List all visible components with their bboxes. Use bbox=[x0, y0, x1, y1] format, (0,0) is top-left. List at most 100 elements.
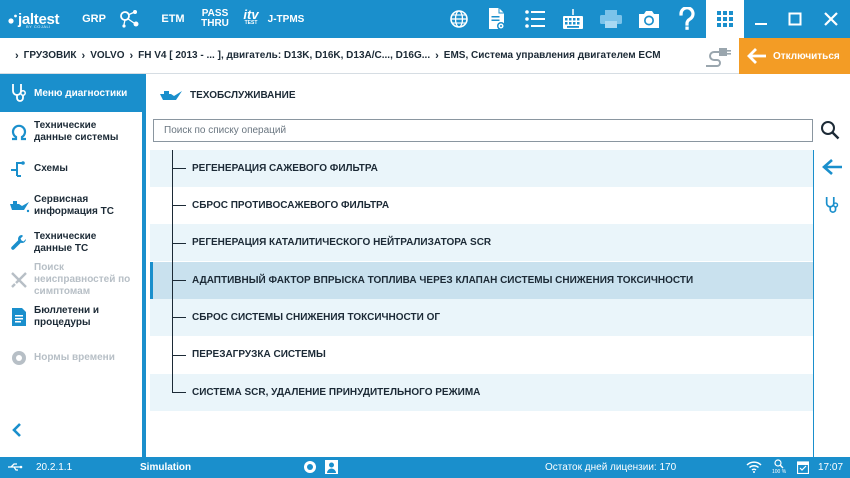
sidebar-item-symptom-search: Поиск неисправностей по симптомам bbox=[0, 262, 142, 298]
print-button[interactable] bbox=[592, 0, 630, 38]
section-title: ТЕХОБСЛУЖИВАНИЕ bbox=[150, 78, 295, 112]
help-button[interactable] bbox=[668, 0, 706, 38]
sidebar-item-label: Сервисная bbox=[34, 194, 89, 205]
wrench-screwdriver-icon bbox=[4, 271, 34, 289]
grp-label: GRP bbox=[82, 13, 106, 25]
tree-connector bbox=[172, 392, 186, 393]
itv-test-button[interactable]: itv TEST bbox=[236, 0, 266, 38]
version-label: 20.2.1.1 bbox=[36, 462, 73, 473]
screenshot-button[interactable] bbox=[630, 0, 668, 38]
molecule-button[interactable] bbox=[116, 0, 144, 38]
sidebar-item-bulletins[interactable]: Бюллетени и процедуры bbox=[0, 305, 142, 329]
grp-button[interactable]: GRP bbox=[72, 0, 116, 38]
gear-clock-icon bbox=[4, 349, 34, 367]
breadcrumb-brand[interactable]: VOLVO bbox=[90, 50, 124, 61]
chevron-right-icon: › bbox=[15, 49, 19, 62]
tree-connector bbox=[172, 168, 186, 169]
sidebar-item-label: данные системы bbox=[34, 132, 119, 143]
breadcrumb-vehicle-type[interactable]: ГРУЗОВИК bbox=[24, 50, 77, 61]
maximize-button[interactable] bbox=[778, 0, 812, 38]
wiring-icon bbox=[4, 160, 34, 178]
checklist-icon bbox=[525, 10, 545, 28]
globe-icon bbox=[450, 10, 468, 28]
usb-icon bbox=[8, 463, 23, 471]
jaltest-logo[interactable]: jaltest BY COJALI bbox=[8, 0, 72, 38]
zoom-level-label: 100 % bbox=[772, 469, 787, 475]
sidebar-item-label: Нормы времени bbox=[34, 352, 115, 363]
oil-can-icon bbox=[160, 91, 182, 100]
breadcrumb-system[interactable]: EMS, Система управления двигателем ECM bbox=[444, 50, 661, 61]
operation-label: РЕГЕНЕРАЦИЯ САЖЕВОГО ФИЛЬТРА bbox=[192, 163, 378, 174]
logo-dots-icon bbox=[8, 14, 17, 24]
printer-icon bbox=[600, 10, 622, 28]
operation-label: РЕГЕНЕРАЦИЯ КАТАЛИТИЧЕСКОГО НЕЙТРАЛИЗАТО… bbox=[192, 237, 492, 248]
logo-subtext: BY COJALI bbox=[26, 24, 51, 29]
disconnect-label: Отключиться bbox=[773, 50, 840, 62]
sidebar-item-label: Поиск bbox=[34, 262, 65, 273]
list-item-selected[interactable]: АДАПТИВНЫЙ ФАКТОР ВПРЫСКА ТОПЛИВА ЧЕРЕЗ … bbox=[150, 262, 813, 299]
tree-connector bbox=[172, 280, 186, 281]
sidebar-item-service-info[interactable]: Сервисная информация ТС bbox=[0, 194, 142, 218]
sidebar-item-system-data[interactable]: Технические данные системы bbox=[0, 120, 142, 144]
oil-can-icon bbox=[4, 199, 34, 213]
back-button[interactable] bbox=[821, 158, 843, 181]
sidebar-item-label: Технические bbox=[34, 120, 97, 131]
close-button[interactable] bbox=[812, 0, 850, 38]
user-icon[interactable] bbox=[325, 460, 338, 474]
molecule-icon bbox=[120, 10, 139, 28]
disconnect-button[interactable]: Отключиться bbox=[739, 38, 850, 74]
chevron-left-icon bbox=[12, 423, 21, 437]
keyboard-button[interactable] bbox=[554, 0, 592, 38]
stethoscope-icon bbox=[4, 83, 34, 103]
list-button[interactable] bbox=[516, 0, 554, 38]
pass-thru-button[interactable]: PASS THRU bbox=[198, 0, 232, 38]
search-box bbox=[153, 119, 813, 142]
diagnostic-button[interactable] bbox=[824, 196, 840, 219]
sidebar-item-schemes[interactable]: Схемы bbox=[0, 160, 142, 178]
status-bar: 20.2.1.1 Simulation Остаток дней лицензи… bbox=[0, 457, 850, 478]
connection-plug bbox=[702, 44, 732, 68]
section-title-label: ТЕХОБСЛУЖИВАНИЕ bbox=[190, 89, 296, 101]
list-item[interactable]: РЕГЕНЕРАЦИЯ САЖЕВОГО ФИЛЬТРА bbox=[150, 150, 813, 187]
sidebar-item-diagnostic-menu[interactable]: Меню диагностики bbox=[0, 74, 142, 112]
clock-label: 17:07 bbox=[818, 462, 844, 473]
list-item[interactable]: СБРОС СИСТЕМЫ СНИЖЕНИЯ ТОКСИЧНОСТИ ОГ bbox=[150, 299, 813, 336]
calendar-icon[interactable] bbox=[797, 460, 809, 474]
minimize-button[interactable] bbox=[744, 0, 778, 38]
list-item[interactable]: РЕГЕНЕРАЦИЯ КАТАЛИТИЧЕСКОГО НЕЙТРАЛИЗАТО… bbox=[150, 224, 813, 261]
wrench-icon bbox=[4, 234, 34, 252]
sidebar-item-label: неисправностей по bbox=[34, 274, 131, 285]
report-button[interactable] bbox=[478, 0, 516, 38]
ohm-icon bbox=[4, 123, 34, 141]
list-item[interactable]: ПЕРЕЗАГРУЗКА СИСТЕМЫ bbox=[150, 336, 813, 373]
breadcrumb-model[interactable]: FH V4 [ 2013 - ... ], двигатель: D13K, D… bbox=[138, 50, 430, 61]
sidebar-item-label: данные ТС bbox=[34, 243, 89, 254]
apps-button[interactable] bbox=[706, 0, 744, 38]
support-icon[interactable] bbox=[303, 460, 317, 474]
tree-connector bbox=[172, 205, 186, 206]
document-list-icon bbox=[4, 307, 34, 327]
list-item[interactable]: СИСТЕМА SCR, УДАЛЕНИЕ ПРИНУДИТЕЛЬНОГО РЕ… bbox=[150, 374, 813, 411]
search-input[interactable] bbox=[154, 120, 812, 141]
document-gear-icon bbox=[489, 8, 505, 30]
diagnostic-sidebar: Меню диагностики Технические данные систе… bbox=[0, 74, 146, 457]
stethoscope-icon bbox=[825, 197, 839, 213]
search-button[interactable] bbox=[820, 120, 840, 145]
sidebar-item-vehicle-data[interactable]: Технические данные ТС bbox=[0, 231, 142, 255]
zoom-icon[interactable] bbox=[774, 459, 784, 469]
j-tpms-button[interactable]: J-TPMS bbox=[266, 0, 306, 38]
thru-label: THRU bbox=[201, 18, 229, 29]
operations-list: РЕГЕНЕРАЦИЯ САЖЕВОГО ФИЛЬТРА СБРОС ПРОТИ… bbox=[150, 150, 814, 457]
toolbar-right-group bbox=[440, 0, 850, 38]
language-button[interactable] bbox=[440, 0, 478, 38]
close-icon bbox=[824, 12, 838, 26]
chevron-right-icon: › bbox=[129, 49, 134, 62]
sidebar-collapse-button[interactable] bbox=[10, 422, 24, 443]
tree-connector bbox=[172, 317, 186, 318]
grid-icon bbox=[717, 11, 733, 27]
itv-test-label: TEST bbox=[244, 20, 258, 26]
etm-button[interactable]: ETM bbox=[148, 0, 198, 38]
sidebar-item-label: Схемы bbox=[34, 163, 68, 174]
operation-label: СИСТЕМА SCR, УДАЛЕНИЕ ПРИНУДИТЕЛЬНОГО РЕ… bbox=[192, 387, 481, 398]
list-item[interactable]: СБРОС ПРОТИВОСАЖЕВОГО ФИЛЬТРА bbox=[150, 187, 813, 224]
